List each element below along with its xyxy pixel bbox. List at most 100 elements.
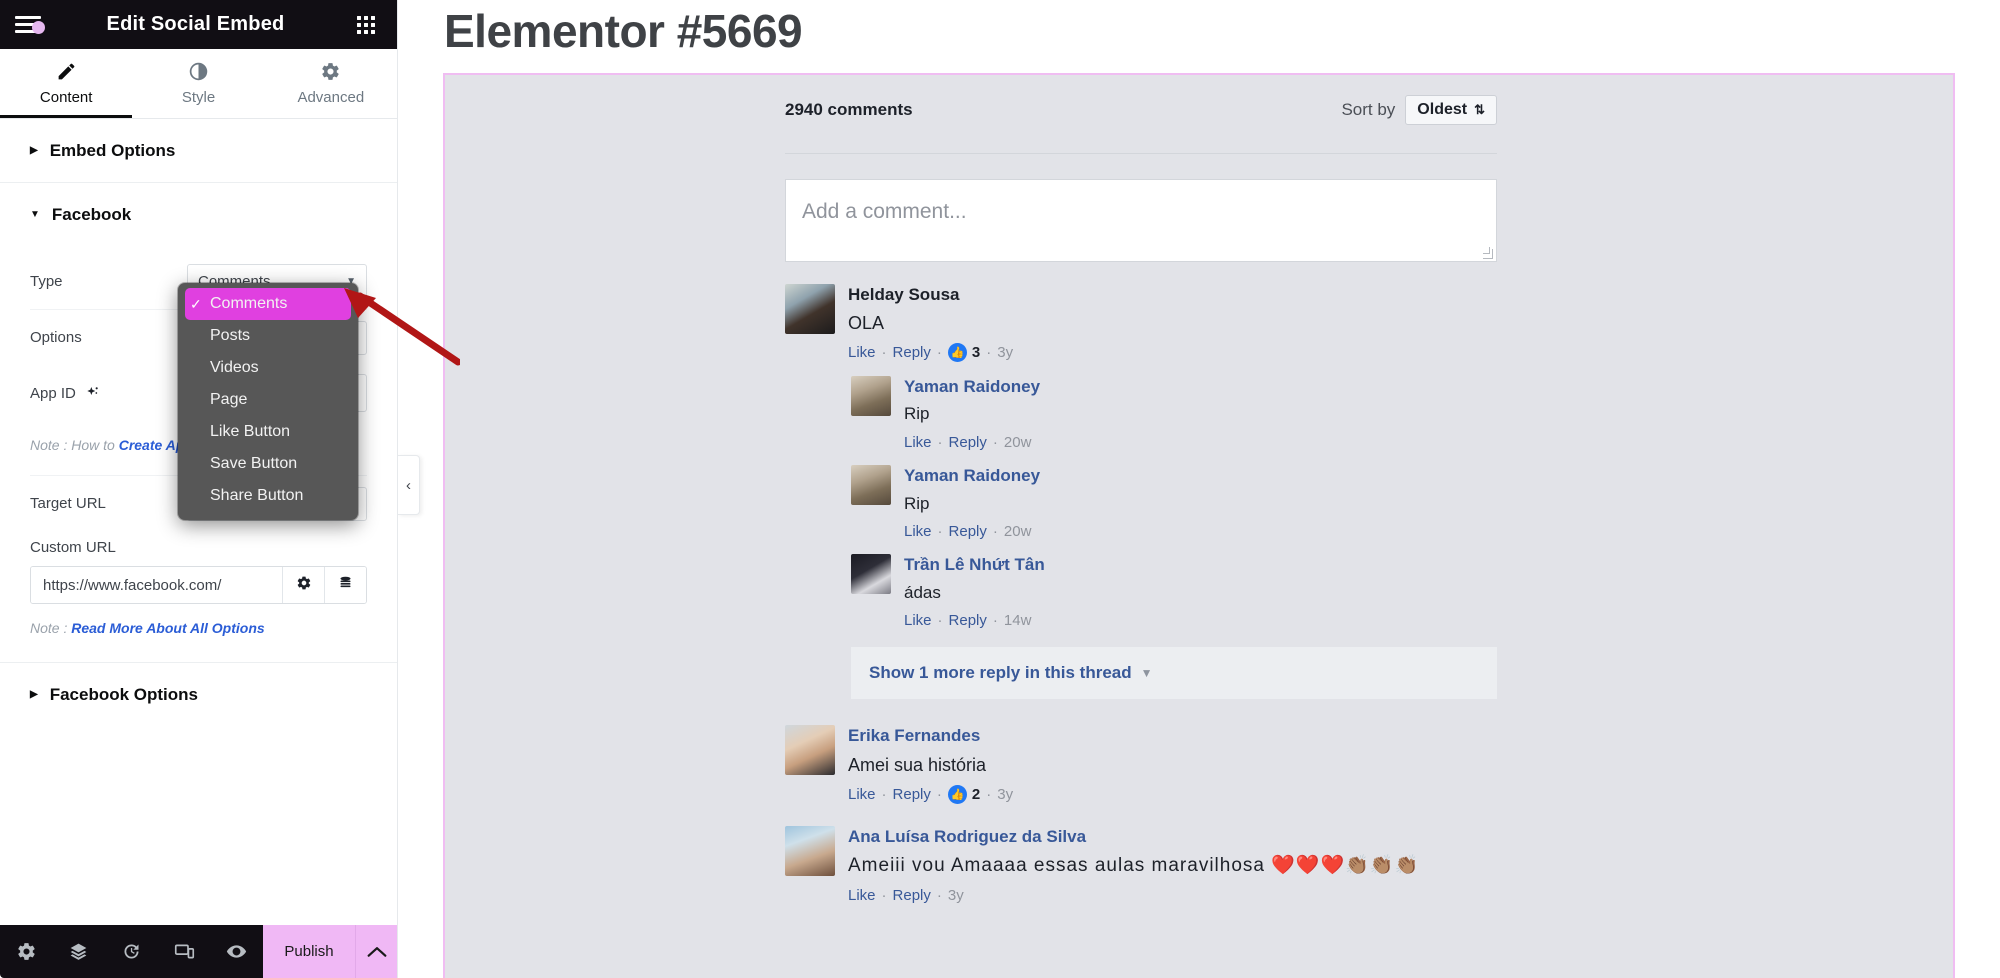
dropdown-option-label: Page bbox=[210, 391, 248, 408]
comment-author[interactable]: Ana Luísa Rodriguez da Silva bbox=[848, 826, 1497, 848]
like-link[interactable]: Like bbox=[904, 523, 932, 540]
reply-link[interactable]: Reply bbox=[893, 344, 931, 361]
add-comment-textarea[interactable]: Add a comment... bbox=[785, 179, 1497, 262]
separator-dot: · bbox=[936, 785, 942, 803]
comment-meta: Like · Reply · 20w bbox=[904, 434, 1497, 451]
reply-link[interactable]: Reply bbox=[949, 612, 987, 629]
publish-button[interactable]: Publish bbox=[263, 925, 355, 978]
panel-sections: ▶ Embed Options ▼ Facebook Type Comments… bbox=[0, 119, 397, 925]
show-more-replies-button[interactable]: Show 1 more reply in this thread ▼ bbox=[851, 647, 1497, 700]
editor-canvas: Elementor #5669 2940 comments Sort by Ol… bbox=[398, 0, 2000, 978]
target-url-label: Target URL bbox=[30, 495, 106, 512]
separator-dot: · bbox=[937, 612, 943, 630]
read-more-options-link[interactable]: Read More About All Options bbox=[71, 620, 264, 636]
all-options-note-prefix: Note : bbox=[30, 620, 72, 636]
panel-collapse-handle[interactable]: ‹ bbox=[398, 455, 420, 515]
reply-link[interactable]: Reply bbox=[893, 786, 931, 803]
avatar[interactable] bbox=[851, 554, 891, 595]
section-facebook[interactable]: ▼ Facebook bbox=[0, 183, 397, 247]
comment-author[interactable]: Trần Lê Nhứt Tân bbox=[904, 554, 1497, 576]
avatar[interactable] bbox=[785, 284, 835, 334]
section-embed-options-label: Embed Options bbox=[49, 140, 176, 160]
separator-dot: · bbox=[992, 434, 998, 452]
section-facebook-options[interactable]: ▶ Facebook Options bbox=[0, 663, 397, 727]
apps-grid-button[interactable] bbox=[335, 15, 397, 34]
comment-text: OLA bbox=[848, 313, 885, 334]
custom-url-input[interactable] bbox=[31, 567, 282, 603]
pencil-icon bbox=[56, 61, 77, 82]
type-select-dropdown[interactable]: ✓ Comments ✓ Posts ✓ Videos ✓ Page ✓ Lik… bbox=[178, 283, 358, 520]
settings-icon[interactable] bbox=[0, 941, 53, 962]
dropdown-option-share-button[interactable]: ✓ Share Button bbox=[178, 480, 358, 512]
dropdown-option-label: Like Button bbox=[210, 423, 291, 440]
comment-reply-item: Yaman Raidoney Rip Like · Reply · 20w bbox=[851, 465, 1497, 540]
resize-grip-icon[interactable] bbox=[1483, 247, 1493, 259]
facebook-comments-header: 2940 comments Sort by Oldest ⇅ bbox=[785, 75, 1497, 127]
like-count: 3 bbox=[971, 344, 981, 362]
separator-dot: · bbox=[936, 886, 942, 904]
separator-dot: · bbox=[881, 886, 887, 904]
separator-dot: · bbox=[992, 612, 998, 630]
page-title: Elementor #5669 bbox=[444, 5, 803, 57]
tab-advanced[interactable]: Advanced bbox=[265, 49, 397, 118]
comment-item: Helday Sousa OLA Like · Reply · 👍 3 · 3y bbox=[785, 284, 1497, 363]
section-embed-options[interactable]: ▶ Embed Options bbox=[0, 119, 397, 183]
separator-dot: · bbox=[992, 523, 998, 541]
like-link[interactable]: Like bbox=[848, 887, 876, 904]
contrast-icon bbox=[188, 61, 209, 82]
avatar[interactable] bbox=[785, 725, 835, 776]
hamburger-menu-button[interactable] bbox=[0, 12, 56, 37]
sort-by-label: Sort by bbox=[1341, 99, 1396, 119]
separator-dot: · bbox=[986, 785, 992, 803]
type-label: Type bbox=[30, 272, 63, 290]
like-link[interactable]: Like bbox=[848, 786, 876, 803]
comment-author[interactable]: Helday Sousa bbox=[848, 284, 1497, 306]
comment-text: Rip bbox=[904, 493, 930, 513]
avatar[interactable] bbox=[851, 465, 891, 506]
dropdown-option-posts[interactable]: ✓ Posts bbox=[178, 320, 358, 352]
app-id-label: App ID bbox=[30, 385, 100, 402]
sort-by-select[interactable]: Oldest ⇅ bbox=[1405, 94, 1497, 125]
avatar[interactable] bbox=[851, 376, 891, 417]
like-link[interactable]: Like bbox=[904, 612, 932, 629]
eye-icon[interactable] bbox=[210, 941, 263, 962]
separator-dot: · bbox=[881, 344, 887, 362]
dropdown-option-like-button[interactable]: ✓ Like Button bbox=[178, 416, 358, 448]
separator-dot: · bbox=[937, 523, 943, 541]
custom-url-settings-button[interactable] bbox=[282, 567, 324, 603]
like-link[interactable]: Like bbox=[848, 344, 876, 361]
social-embed-widget[interactable]: 2940 comments Sort by Oldest ⇅ Add a com… bbox=[443, 73, 1955, 978]
like-count-badge[interactable]: 👍 2 bbox=[947, 784, 980, 804]
reply-link[interactable]: Reply bbox=[949, 523, 987, 540]
reply-link[interactable]: Reply bbox=[949, 434, 987, 451]
dropdown-option-comments[interactable]: ✓ Comments bbox=[185, 288, 351, 320]
comment-author[interactable]: Yaman Raidoney bbox=[904, 465, 1497, 487]
avatar[interactable] bbox=[785, 825, 835, 876]
sparkles-icon[interactable] bbox=[84, 385, 100, 401]
history-icon[interactable] bbox=[105, 941, 158, 962]
tab-style[interactable]: Style bbox=[132, 49, 264, 118]
custom-url-label: Custom URL bbox=[30, 539, 116, 556]
tab-content[interactable]: Content bbox=[0, 49, 133, 118]
dropdown-option-videos[interactable]: ✓ Videos bbox=[178, 352, 358, 384]
comments-count: 2940 comments bbox=[785, 99, 913, 119]
comment-time: 3y bbox=[997, 785, 1014, 803]
like-count-badge[interactable]: 👍 3 bbox=[947, 343, 981, 363]
layers-icon[interactable] bbox=[53, 941, 106, 962]
custom-url-dynamic-button[interactable] bbox=[324, 567, 366, 603]
responsive-icon[interactable] bbox=[158, 941, 211, 962]
comment-author[interactable]: Erika Fernandes bbox=[848, 725, 1497, 747]
apps-grid-icon bbox=[357, 15, 375, 34]
app-id-note-prefix: Note : How to bbox=[30, 437, 119, 453]
dropdown-option-label: Posts bbox=[210, 327, 251, 344]
comment-time: 3y bbox=[947, 886, 964, 904]
comment-author[interactable]: Yaman Raidoney bbox=[904, 376, 1497, 398]
dropdown-option-save-button[interactable]: ✓ Save Button bbox=[178, 448, 358, 480]
facebook-comments-plugin: 2940 comments Sort by Oldest ⇅ Add a com… bbox=[785, 75, 1497, 904]
comment-meta: Like · Reply · 👍 2 · 3y bbox=[848, 784, 1497, 804]
like-link[interactable]: Like bbox=[904, 434, 932, 451]
chevron-up-icon[interactable] bbox=[355, 925, 397, 978]
dropdown-option-page[interactable]: ✓ Page bbox=[178, 384, 358, 416]
comment-text: ádas bbox=[904, 582, 941, 602]
reply-link[interactable]: Reply bbox=[893, 887, 931, 904]
